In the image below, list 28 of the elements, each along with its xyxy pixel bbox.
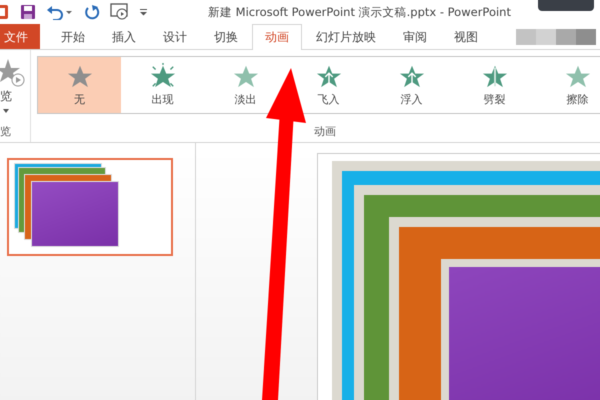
preview-star-icon[interactable] [0, 58, 26, 88]
indicator-drawing [538, 0, 594, 11]
ribbon-tab[interactable]: 插入 [99, 24, 149, 49]
star-effect-icon [148, 63, 176, 89]
ribbon-tab[interactable]: 视图 [441, 24, 491, 49]
undo-icon[interactable] [46, 4, 74, 20]
slide-thumbnail[interactable] [7, 158, 173, 256]
animation-option[interactable]: 劈裂 [453, 57, 536, 113]
slideshow-icon[interactable] [110, 3, 130, 21]
ribbon-tab[interactable]: 开始 [48, 24, 98, 49]
ribbon-tab[interactable]: 文件 [0, 24, 40, 49]
animation-option[interactable]: 擦除 [536, 57, 600, 113]
animation-option[interactable]: 浮入 [370, 57, 453, 113]
redo-icon[interactable] [84, 4, 100, 20]
ribbon-tab[interactable]: 切换 [201, 24, 251, 49]
window-title: 新建 Microsoft PowerPoint 演示文稿.pptx - PowerPoint [208, 4, 511, 20]
ribbon-tab[interactable]: 设计 [150, 24, 200, 49]
save-icon[interactable] [20, 4, 36, 20]
ribbon-tab[interactable]: 幻灯片放映 [303, 24, 389, 49]
ribbon-tab[interactable]: 审阅 [390, 24, 440, 49]
caret-icon[interactable] [3, 109, 9, 113]
ribbon-tab[interactable]: 动画 [252, 24, 302, 50]
animation-option[interactable]: 无 [38, 57, 121, 113]
customize-icon[interactable] [140, 8, 148, 16]
group-label: 览 [0, 124, 11, 139]
animation-option[interactable]: 出现 [121, 57, 204, 113]
preview-label[interactable]: 览 [0, 88, 12, 105]
group-label: 动画 [314, 124, 336, 139]
